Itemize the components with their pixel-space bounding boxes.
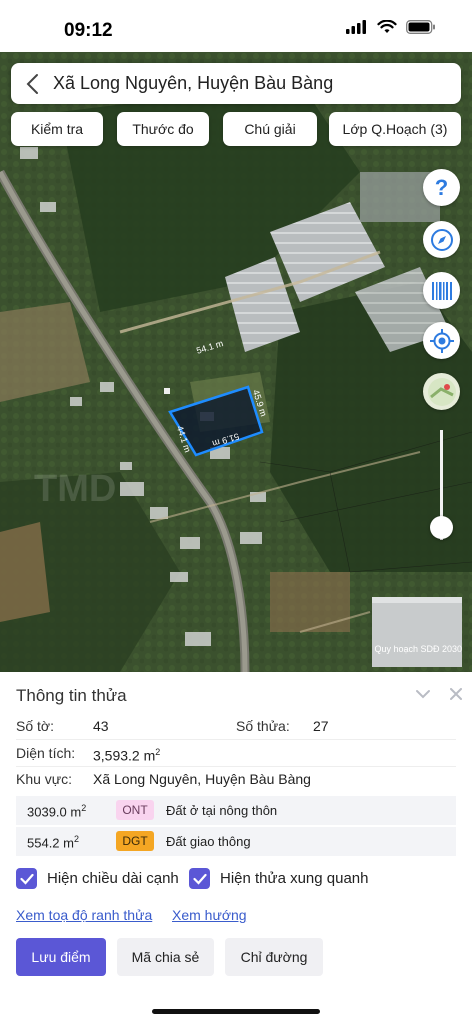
sheet-number-label: Số tờ:	[16, 718, 54, 734]
check-button[interactable]: Kiểm tra	[11, 112, 103, 146]
row-divider	[16, 766, 456, 767]
planning-layer-button[interactable]: Lớp Q.Hoạch (3)	[329, 112, 461, 146]
region-value: Xã Long Nguyên, Huyện Bàu Bàng	[93, 771, 311, 787]
watermark: TMD	[34, 468, 117, 510]
share-code-button[interactable]: Mã chia sẻ	[117, 938, 214, 976]
region-label: Khu vực:	[16, 771, 73, 787]
close-button[interactable]	[444, 682, 468, 706]
land-use-area: 3039.0 m2	[27, 803, 86, 819]
help-icon: ?	[434, 174, 449, 200]
chevron-down-icon	[416, 690, 430, 699]
row-divider	[16, 739, 456, 740]
close-icon	[450, 688, 462, 700]
land-use-area: 554.2 m2	[27, 834, 79, 850]
panel-title: Thông tin thửa	[16, 686, 127, 705]
locate-button[interactable]	[423, 322, 460, 359]
map-layer-icon	[427, 377, 456, 406]
legend-button[interactable]: Chú giải	[223, 112, 317, 146]
compass-button[interactable]	[423, 221, 460, 258]
measure-button[interactable]: Thước đo	[117, 112, 209, 146]
battery-icon	[406, 20, 436, 39]
map-credit: Quy hoạch SDĐ 2030	[374, 644, 462, 654]
area-value: 3,593.2 m2	[93, 747, 160, 764]
land-use-row: 3039.0 m2 ONT Đất ở tại nông thôn	[16, 796, 456, 825]
area-label: Diện tích:	[16, 745, 76, 761]
barcode-button[interactable]	[423, 272, 460, 309]
compass-icon	[430, 228, 453, 251]
land-use-code-badge: ONT	[116, 800, 154, 820]
area-unit-sup: 2	[155, 747, 161, 757]
map-toolbar: Kiểm tra Thước đo Chú giải Lớp Q.Hoạch (…	[11, 112, 461, 146]
land-use-row: 554.2 m2 DGT Đất giao thông	[16, 827, 456, 856]
status-icons	[346, 19, 436, 39]
land-use-area-sup: 2	[73, 834, 79, 844]
map-layer-button[interactable]	[423, 373, 460, 410]
land-use-area-number: 554.2 m	[27, 835, 74, 851]
show-edges-label[interactable]: Hiện chiều dài cạnh	[47, 870, 179, 887]
show-neighbors-label[interactable]: Hiện thửa xung quanh	[220, 870, 368, 887]
signal-icon	[346, 20, 368, 39]
collapse-button[interactable]	[411, 682, 435, 706]
land-use-area-sup: 2	[81, 803, 87, 813]
location-bar[interactable]: Xã Long Nguyên, Huyện Bàu Bàng	[11, 63, 461, 104]
wifi-icon	[377, 19, 397, 39]
checkmark-icon	[19, 873, 34, 885]
chevron-left-icon	[26, 73, 38, 94]
view-boundary-coords-link[interactable]: Xem toạ độ ranh thửa	[16, 907, 152, 923]
help-button[interactable]: ?	[423, 169, 460, 206]
parcel-number-label: Số thửa:	[236, 718, 290, 734]
land-use-area-number: 3039.0 m	[27, 804, 82, 820]
parcel-number-value: 27	[313, 718, 329, 734]
checkmark-icon	[192, 873, 207, 885]
area-number: 3,593.2 m	[93, 747, 156, 764]
barcode-icon	[431, 281, 452, 300]
land-use-code-badge: DGT	[116, 831, 154, 851]
home-indicator	[152, 1009, 320, 1014]
land-use-name: Đất giao thông	[166, 834, 251, 849]
location-title: Xã Long Nguyên, Huyện Bàu Bàng	[53, 73, 334, 93]
view-direction-link[interactable]: Xem hướng	[172, 907, 247, 923]
status-time: 09:12	[64, 20, 113, 41]
sheet-number-value: 43	[93, 718, 109, 734]
back-button[interactable]	[11, 63, 53, 104]
zoom-slider-knob[interactable]	[430, 516, 453, 539]
app-root: 09:12 54.1 m 45.9 m 44.1 m 51.9 m TMD Xã…	[0, 0, 472, 1024]
status-bar: 09:12	[0, 0, 472, 52]
show-edges-checkbox[interactable]	[16, 868, 37, 889]
show-neighbors-checkbox[interactable]	[189, 868, 210, 889]
locate-icon	[429, 328, 454, 353]
save-point-button[interactable]: Lưu điểm	[16, 938, 106, 976]
land-use-name: Đất ở tại nông thôn	[166, 803, 278, 818]
land-use-table: 3039.0 m2 ONT Đất ở tại nông thôn 554.2 …	[16, 796, 456, 858]
parcel-info-panel: Thông tin thửa Số tờ: 43 Số thửa: 27 Diệ…	[0, 672, 472, 1024]
directions-button[interactable]: Chỉ đường	[225, 938, 323, 976]
